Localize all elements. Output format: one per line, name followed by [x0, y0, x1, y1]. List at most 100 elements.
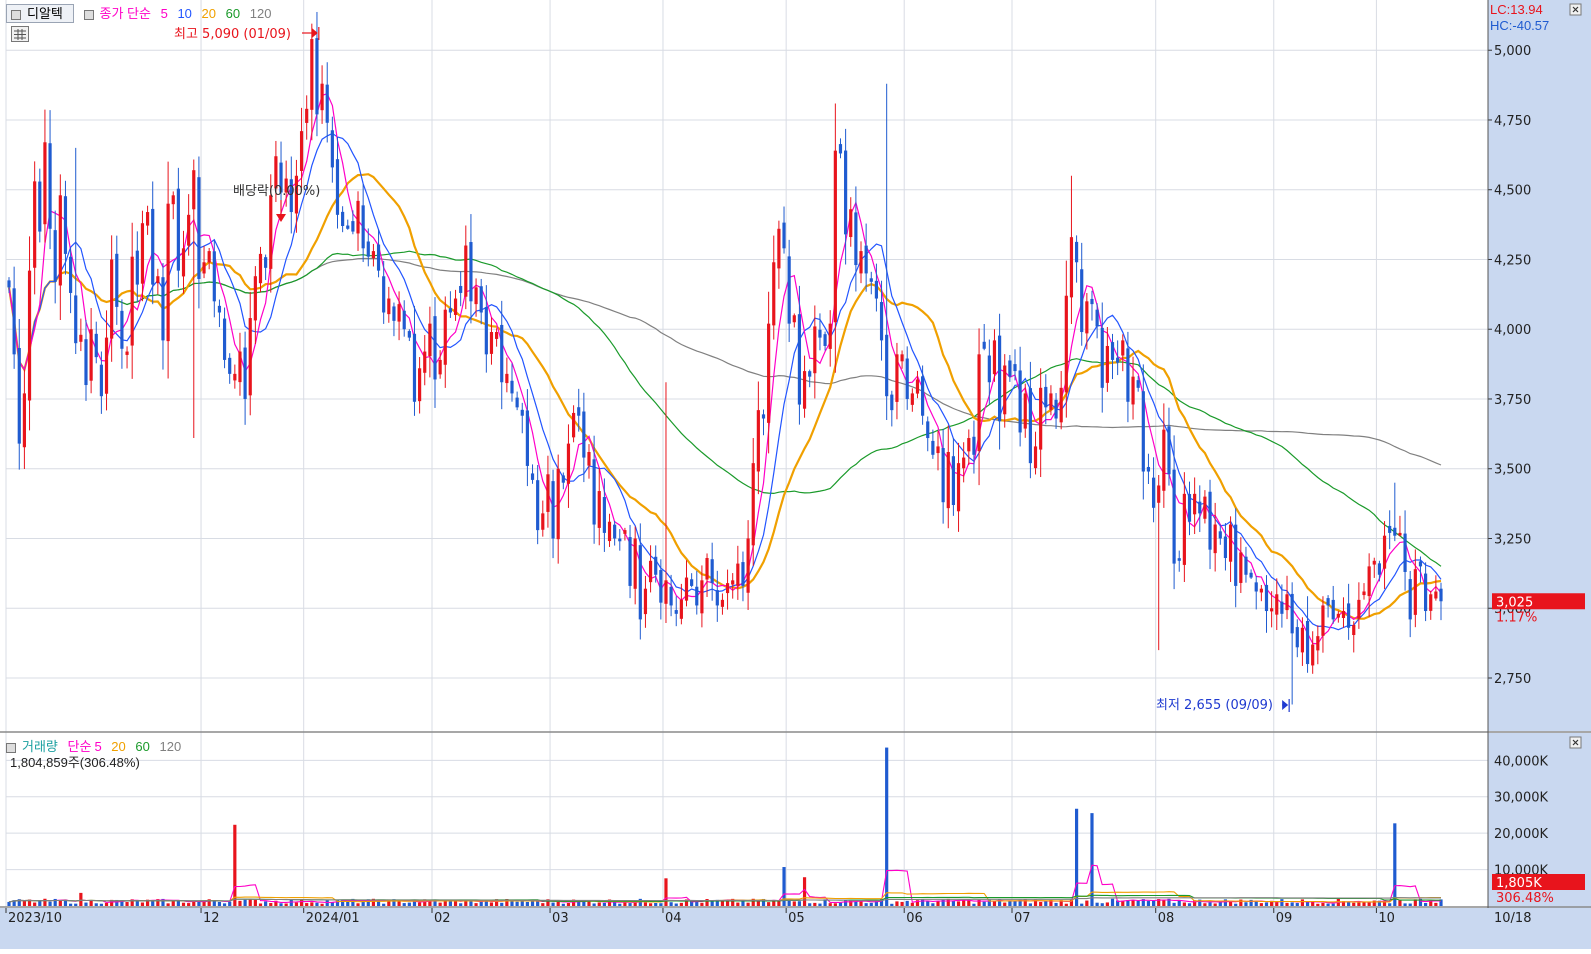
candle-body[interactable]: [669, 586, 673, 606]
candle-body[interactable]: [1162, 429, 1166, 491]
volume-bar[interactable]: [1275, 902, 1279, 906]
candle-body[interactable]: [1398, 532, 1402, 536]
candle-body[interactable]: [258, 253, 263, 284]
candle-body[interactable]: [566, 443, 571, 484]
volume-bar[interactable]: [767, 902, 771, 906]
volume-bar[interactable]: [1182, 902, 1186, 906]
candle-body[interactable]: [772, 262, 776, 326]
candle-body[interactable]: [84, 339, 88, 386]
candle-body[interactable]: [1305, 620, 1310, 665]
volume-bar[interactable]: [438, 902, 442, 906]
candle-body[interactable]: [679, 599, 683, 619]
candle-body[interactable]: [530, 473, 535, 480]
vol-ma-period-120[interactable]: 120: [159, 739, 181, 754]
candle-body[interactable]: [264, 257, 268, 268]
candle-body[interactable]: [1208, 491, 1212, 550]
candle-body[interactable]: [1429, 594, 1433, 611]
volume-bar[interactable]: [48, 901, 52, 906]
volume-bar[interactable]: [982, 901, 986, 906]
volume-bar[interactable]: [1280, 899, 1284, 906]
volume-bar[interactable]: [140, 902, 145, 906]
candle-body[interactable]: [376, 244, 381, 271]
candle-body[interactable]: [448, 308, 452, 313]
candle-body[interactable]: [623, 530, 627, 534]
candle-body[interactable]: [1388, 525, 1392, 533]
volume-bar[interactable]: [962, 900, 966, 906]
candle-body[interactable]: [412, 333, 417, 402]
candle-body[interactable]: [125, 351, 129, 355]
candle-body[interactable]: [833, 150, 837, 323]
ma-period-5[interactable]: 5: [161, 6, 168, 21]
candle-body[interactable]: [710, 559, 714, 584]
volume-bar[interactable]: [921, 899, 925, 906]
volume-bar[interactable]: [1290, 902, 1294, 906]
volume-bar[interactable]: [813, 902, 817, 906]
ma-period-60[interactable]: 60: [226, 6, 240, 21]
candle-body[interactable]: [505, 373, 509, 384]
ma-period-20[interactable]: 20: [202, 6, 216, 21]
candle-body[interactable]: [1275, 594, 1279, 615]
candle-body[interactable]: [171, 195, 175, 205]
volume-bar[interactable]: [736, 902, 740, 906]
candle-body[interactable]: [1424, 573, 1428, 612]
volume-bar[interactable]: [1008, 901, 1012, 906]
candle-body[interactable]: [926, 421, 930, 439]
candle-body[interactable]: [1116, 357, 1120, 363]
candle-body[interactable]: [1121, 340, 1125, 356]
candle-body[interactable]: [1013, 364, 1017, 372]
volume-bar[interactable]: [1208, 902, 1212, 906]
volume-bar[interactable]: [592, 903, 596, 906]
candle-body[interactable]: [592, 459, 596, 525]
candle-body[interactable]: [823, 334, 827, 346]
candle-body[interactable]: [1203, 496, 1207, 519]
candle-body[interactable]: [407, 331, 411, 338]
candle-body[interactable]: [767, 323, 771, 423]
volume-bar[interactable]: [94, 903, 98, 906]
volume-bar[interactable]: [946, 898, 950, 906]
candle-body[interactable]: [145, 212, 150, 226]
candle-body[interactable]: [515, 397, 519, 408]
candle-body[interactable]: [1321, 605, 1325, 636]
candle-body[interactable]: [181, 248, 186, 277]
candle-body[interactable]: [551, 481, 555, 539]
candle-body[interactable]: [1064, 295, 1068, 393]
candle-body[interactable]: [751, 463, 755, 546]
candle-body[interactable]: [874, 280, 879, 299]
candle-body[interactable]: [1074, 241, 1079, 263]
candle-body[interactable]: [1023, 393, 1027, 429]
volume-bar[interactable]: [38, 900, 42, 906]
candle-body[interactable]: [330, 130, 334, 168]
candle-body[interactable]: [705, 558, 709, 580]
volume-bar[interactable]: [833, 903, 837, 906]
candle-body[interactable]: [1434, 591, 1438, 599]
candle-body[interactable]: [1080, 269, 1084, 333]
candle-body[interactable]: [192, 170, 196, 210]
candle-body[interactable]: [1187, 494, 1192, 522]
candle-body[interactable]: [479, 286, 483, 313]
candle-body[interactable]: [536, 480, 540, 531]
volume-bar[interactable]: [602, 902, 606, 906]
volume-bar[interactable]: [520, 901, 524, 906]
volume-bar[interactable]: [1177, 900, 1181, 906]
candle-body[interactable]: [1172, 469, 1176, 564]
candle-body[interactable]: [987, 355, 991, 383]
candle-body[interactable]: [1408, 579, 1412, 620]
candle-body[interactable]: [808, 371, 812, 377]
candle-body[interactable]: [797, 314, 802, 405]
candle-body[interactable]: [217, 305, 222, 313]
volume-bar[interactable]: [797, 901, 802, 906]
candle-body[interactable]: [63, 196, 68, 254]
candle-body[interactable]: [998, 335, 1002, 422]
volume-bar[interactable]: [269, 903, 273, 906]
volume-bar[interactable]: [1259, 903, 1263, 906]
candle-body[interactable]: [761, 414, 766, 419]
candle-body[interactable]: [967, 438, 971, 452]
candle-body[interactable]: [690, 579, 694, 586]
volume-bar[interactable]: [1393, 823, 1397, 906]
candle-body[interactable]: [602, 497, 606, 533]
candle-body[interactable]: [110, 259, 114, 339]
candle-body[interactable]: [387, 298, 391, 315]
candle-body[interactable]: [854, 212, 858, 266]
volume-bar[interactable]: [264, 901, 268, 906]
candle-body[interactable]: [1105, 345, 1109, 383]
